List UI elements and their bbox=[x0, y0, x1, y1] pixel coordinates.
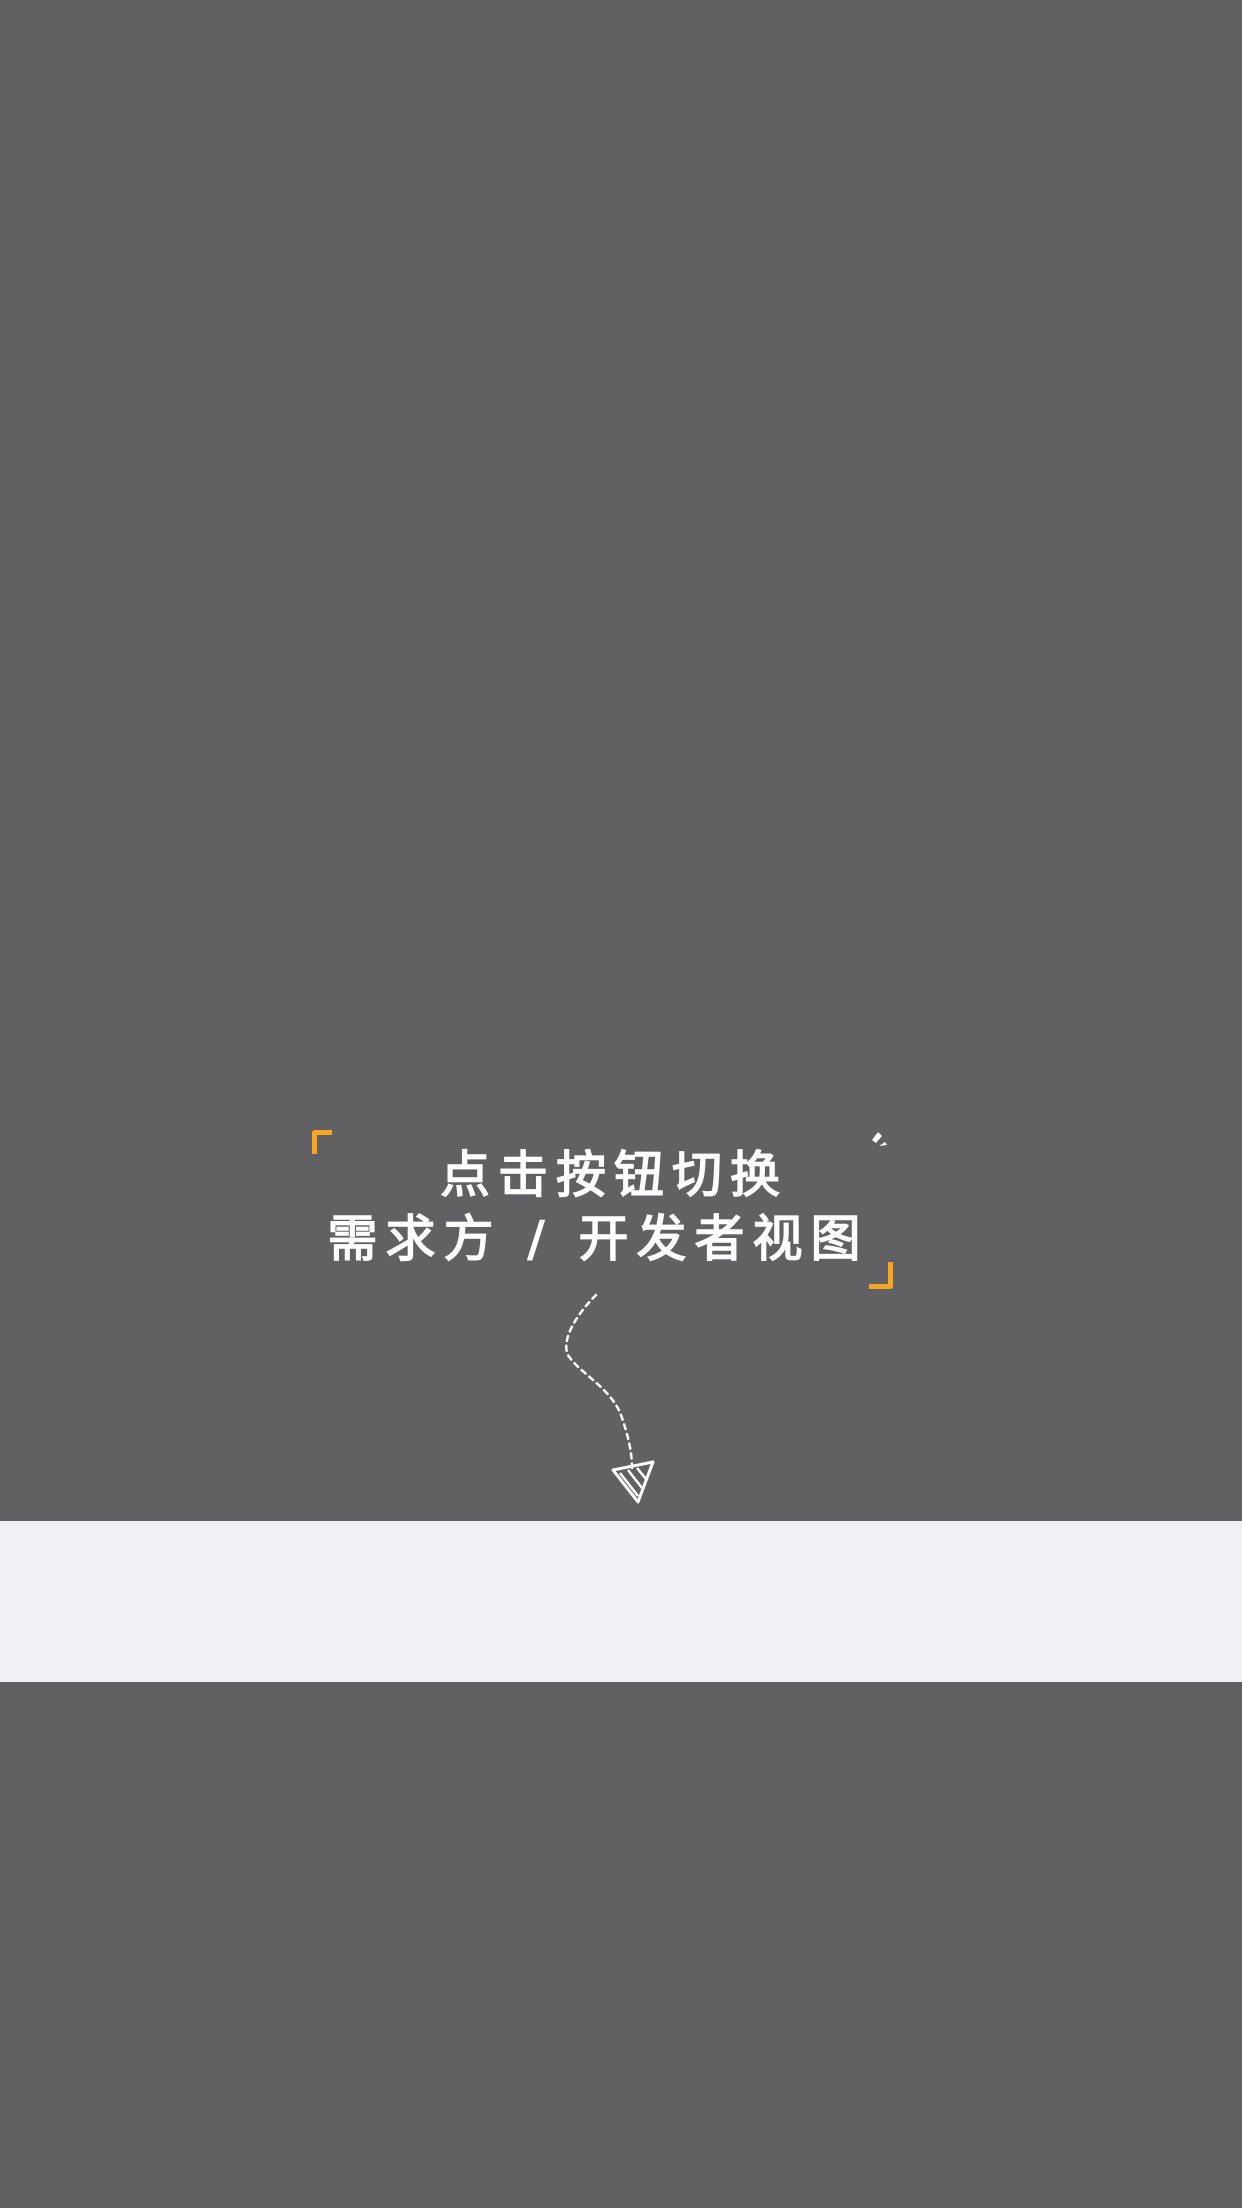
highlighted-toolbar[interactable] bbox=[0, 1521, 1242, 1682]
dashed-curved-arrow-icon bbox=[565, 1293, 655, 1504]
spark-icon bbox=[872, 1132, 887, 1146]
toolbar-placeholder bbox=[0, 1521, 1, 1522]
onboarding-overlay[interactable] bbox=[0, 0, 1242, 2208]
hint-text-line-1: 点击按钮切换 bbox=[440, 1145, 788, 1204]
hint-text-line-2: 需求方 / 开发者视图 bbox=[327, 1209, 869, 1268]
corner-bracket-bottom-right-icon bbox=[869, 1262, 893, 1289]
